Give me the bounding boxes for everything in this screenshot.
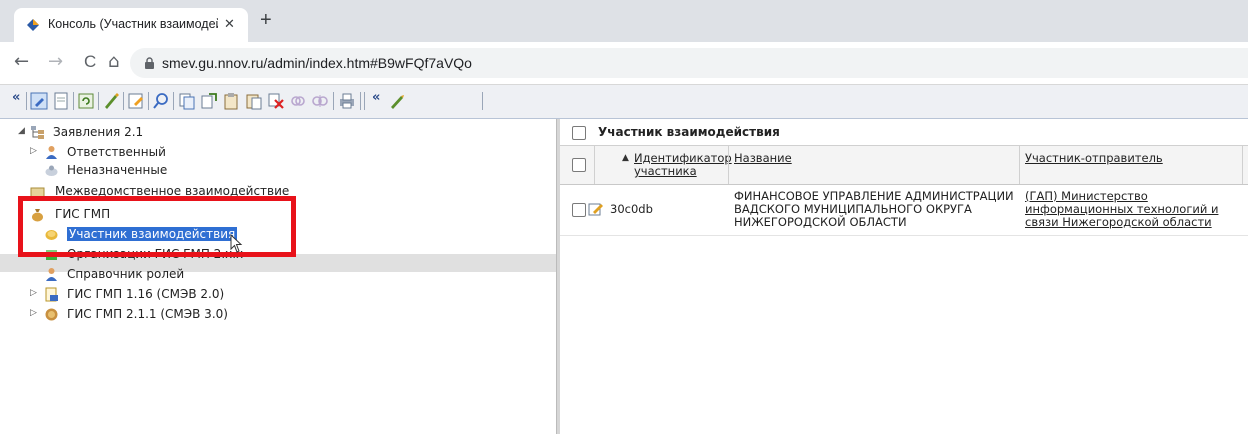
browser-tab[interactable]: Консоль (Участник взаимодействия ✕ [14, 8, 248, 42]
column-separator [594, 146, 595, 184]
grid-title-row: Участник взаимодействия [560, 119, 1248, 146]
edit-record-icon[interactable] [588, 201, 604, 217]
folder-tree-icon [31, 126, 44, 139]
home-button[interactable]: ⌂ [108, 52, 119, 72]
refresh-icon[interactable] [77, 92, 95, 110]
toolbar-separator [98, 92, 99, 110]
collapse-panel-button[interactable]: « [12, 90, 20, 105]
back-button[interactable]: ← [14, 52, 29, 72]
toolbar-separator [26, 92, 27, 110]
toolbar-separator [173, 92, 174, 110]
new-document-icon[interactable] [52, 92, 70, 110]
tree-item-label: Справочник ролей [67, 267, 185, 281]
toolbar-separator [360, 92, 361, 110]
user-icon [46, 146, 57, 159]
unlink-icon[interactable] [311, 92, 329, 110]
tab-title: Консоль (Участник взаимодействия [48, 17, 218, 31]
collapsed-arrow-icon[interactable]: ▷ [30, 146, 37, 156]
document-folder-icon [45, 287, 58, 302]
paste-icon[interactable] [245, 92, 263, 110]
row-checkbox[interactable] [572, 203, 586, 217]
link-icon[interactable] [289, 92, 307, 110]
expanded-arrow-icon[interactable]: ◢ [18, 126, 25, 136]
pencil-icon[interactable] [388, 92, 406, 110]
collapsed-arrow-icon[interactable]: ▷ [30, 308, 37, 318]
table-row[interactable]: 30c0db ФИНАНСОВОЕ УПРАВЛЕНИЕ АДМИНИСТРАЦ… [560, 185, 1248, 236]
edit-form-icon[interactable] [127, 92, 145, 110]
column-header-sender[interactable]: Участник-отправитель [1025, 152, 1163, 165]
column-separator [1019, 146, 1020, 184]
collapse-secondary-button[interactable]: « [372, 90, 380, 105]
grid-header-row: ▲ Идентификатор участника Название Участ… [560, 146, 1248, 185]
forward-button[interactable]: → [48, 52, 63, 72]
edit-icon[interactable] [30, 92, 48, 110]
tree-item-label: ГИС ГМП 1.16 (СМЭВ 2.0) [67, 287, 225, 301]
lock-icon [145, 57, 154, 69]
header-checkbox[interactable] [572, 158, 586, 172]
mouse-cursor-icon [230, 234, 243, 253]
column-header-id[interactable]: Идентификатор участника [634, 152, 732, 178]
site-favicon-icon [27, 19, 39, 31]
tree-item-label: Неназначенные [67, 163, 168, 177]
search-icon[interactable] [152, 92, 170, 110]
select-all-checkbox[interactable] [572, 126, 586, 140]
app-toolbar: « « [0, 85, 1248, 119]
coin-stack-icon [45, 308, 58, 321]
highlight-annotation-box [18, 196, 296, 257]
cell-name: ФИНАНСОВОЕ УПРАВЛЕНИЕ АДМИНИСТРАЦИИ ВАДС… [734, 189, 1014, 229]
print-icon[interactable] [338, 92, 356, 110]
toolbar-separator [73, 92, 74, 110]
pen-icon[interactable] [102, 92, 120, 110]
user-icon [46, 268, 57, 281]
move-icon[interactable] [200, 92, 218, 110]
cell-sender-link[interactable]: (ГАП) Министерство информационных технол… [1025, 190, 1239, 229]
cut-delete-icon[interactable] [267, 92, 285, 110]
toolbar-separator [148, 92, 149, 110]
unassigned-icon [45, 165, 58, 176]
copy-icon[interactable] [178, 92, 196, 110]
address-bar[interactable]: smev.gu.nnov.ru/admin/index.htm#B9wFQf7a… [130, 48, 1248, 78]
reload-button[interactable]: C [84, 52, 96, 72]
url-text: smev.gu.nnov.ru/admin/index.htm#B9wFQf7a… [162, 55, 472, 71]
tree-item-label: Ответственный [67, 145, 166, 159]
cell-id: 30c0db [610, 202, 653, 216]
close-tab-icon[interactable]: ✕ [224, 16, 235, 32]
sort-ascending-icon[interactable]: ▲ [622, 153, 629, 163]
browser-address-row: ← → C ⌂ smev.gu.nnov.ru/admin/index.htm#… [0, 42, 1248, 85]
clipboard-icon[interactable] [222, 92, 240, 110]
data-grid: Участник взаимодействия ▲ Идентификатор … [560, 119, 1248, 434]
tree-item-label: Заявления 2.1 [53, 125, 144, 139]
column-separator [728, 146, 729, 184]
toolbar-separator [482, 92, 483, 110]
column-header-name[interactable]: Название [734, 152, 792, 165]
browser-tabbar: Консоль (Участник взаимодействия ✕ + [0, 0, 1248, 42]
toolbar-separator [123, 92, 124, 110]
column-separator [1242, 146, 1243, 184]
tree-item-label: ГИС ГМП 2.1.1 (СМЭВ 3.0) [67, 307, 228, 321]
toolbar-separator [364, 92, 365, 110]
grid-title: Участник взаимодействия [598, 125, 780, 139]
collapsed-arrow-icon[interactable]: ▷ [30, 288, 37, 298]
new-tab-button[interactable]: + [260, 10, 272, 30]
toolbar-separator [333, 92, 334, 110]
